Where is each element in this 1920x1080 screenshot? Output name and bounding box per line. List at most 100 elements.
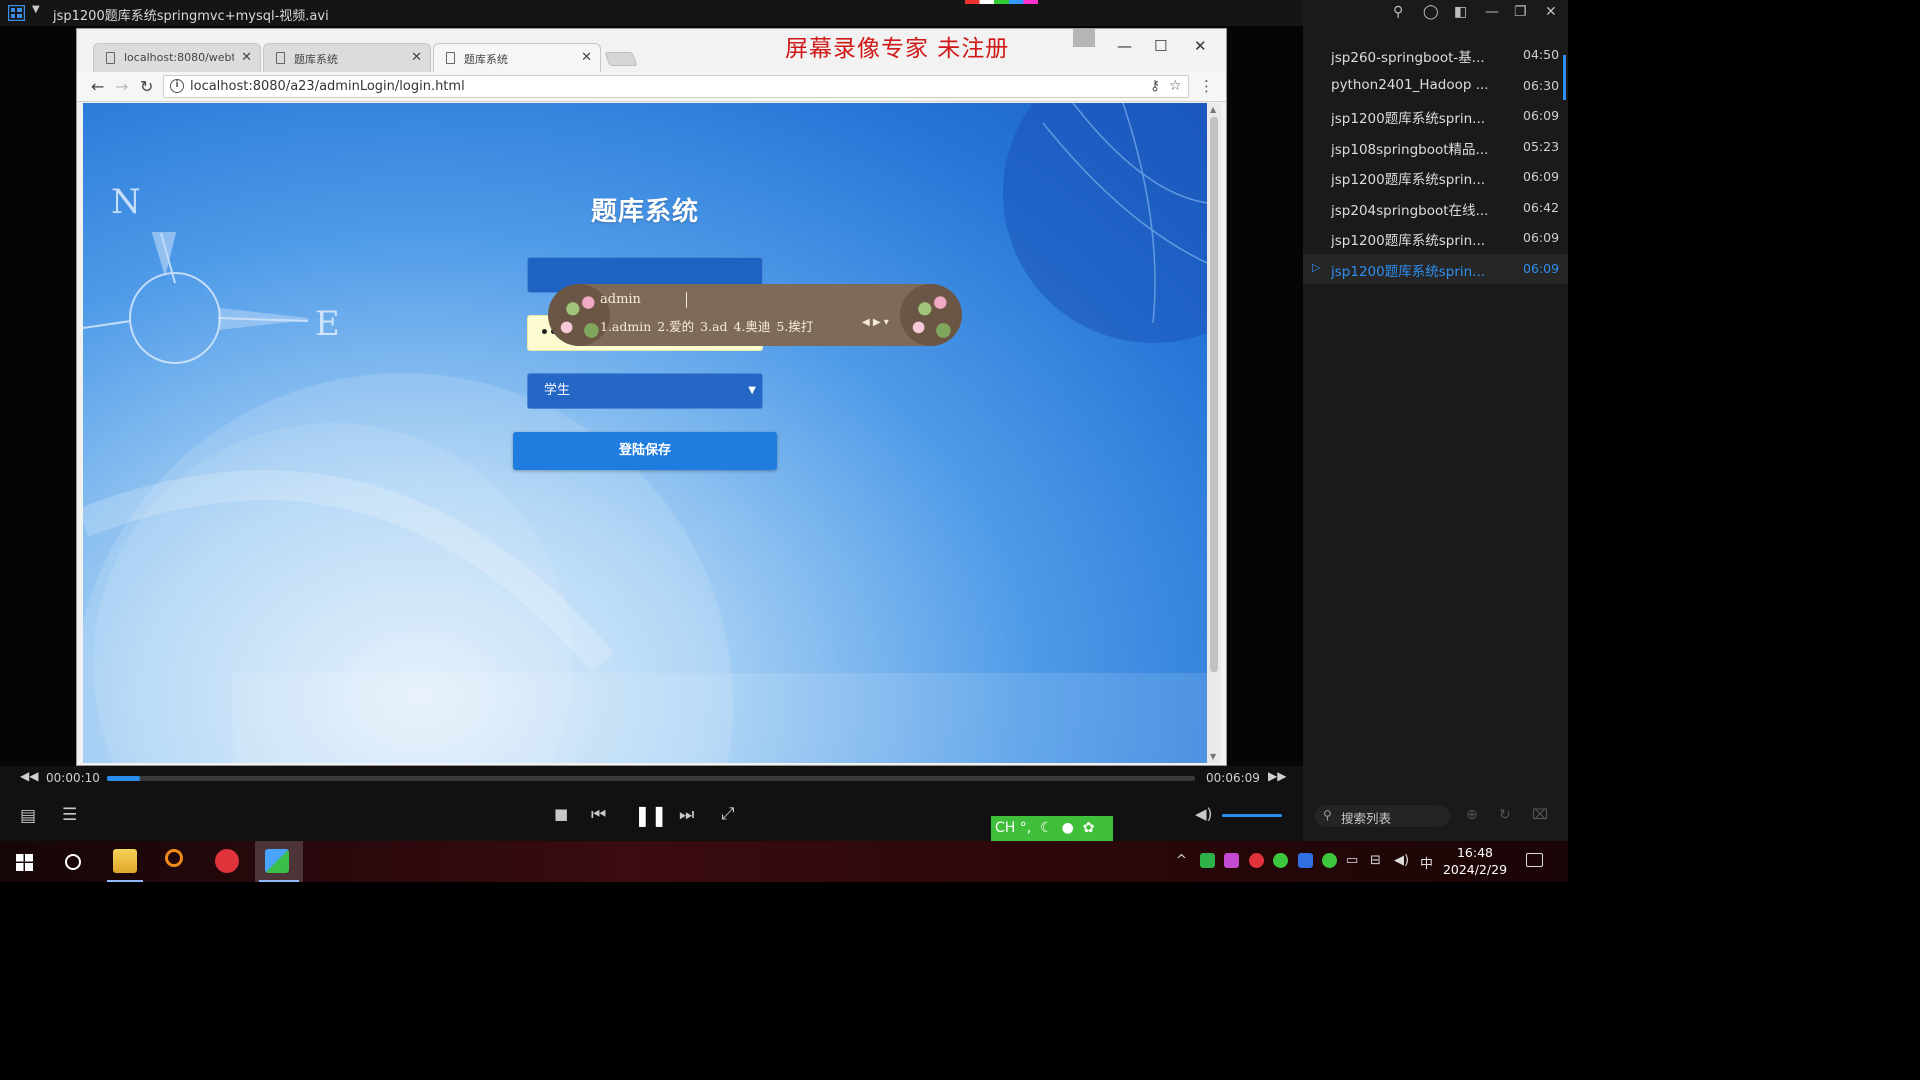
fullscreen-icon[interactable]: ⤢	[721, 804, 735, 824]
battery-icon[interactable]: ▭	[1346, 853, 1358, 868]
login-page: N E 题库系统 •• 学生 ▼ 登陆保存	[83, 103, 1207, 763]
menu-caret-icon[interactable]: ▼	[32, 4, 40, 15]
tray-app-icon[interactable]	[1224, 853, 1239, 868]
previous-icon[interactable]: ⏮	[591, 805, 606, 825]
ime-status-bar[interactable]: CH °, ☾ ● ✿	[991, 816, 1113, 841]
moon-icon[interactable]: ☾	[1036, 820, 1053, 836]
add-file-icon[interactable]: ⊕	[1466, 807, 1478, 823]
restore-icon[interactable]: ❐	[1514, 4, 1527, 20]
stop-icon[interactable]: ■	[554, 805, 568, 823]
pause-icon[interactable]: ❚❚	[634, 803, 668, 827]
playlist-item[interactable]: jsp1200题库系统sprin... 06:09	[1303, 162, 1568, 192]
media-library-icon[interactable]: ▤	[20, 806, 36, 826]
playlist-search-input[interactable]: ⚲ 搜索列表	[1315, 805, 1450, 827]
new-tab-button[interactable]	[604, 52, 638, 66]
cortana-search-icon[interactable]	[64, 853, 82, 871]
clock-time: 16:48	[1456, 845, 1494, 860]
browser-menu-icon[interactable]: ⋮	[1199, 77, 1214, 95]
input-method-indicator[interactable]: 中	[1420, 853, 1433, 872]
windows-start-icon[interactable]	[16, 854, 33, 871]
page-scrollbar[interactable]: ▲ ▼	[1207, 103, 1221, 763]
volume-slider[interactable]	[1222, 814, 1282, 817]
browser-tab-2[interactable]: 题库系统 ✕	[263, 43, 431, 72]
close-tab-icon[interactable]: ✕	[581, 50, 592, 65]
playlist-scrollbar[interactable]	[1563, 55, 1566, 100]
time-current: 00:00:10	[46, 771, 100, 785]
tray-overflow-icon[interactable]: ^	[1176, 853, 1187, 868]
bookmark-star-icon[interactable]: ☆	[1169, 78, 1182, 94]
playlist-item[interactable]: jsp260-springboot-基... 04:50	[1303, 40, 1568, 70]
login-submit-button[interactable]: 登陆保存	[513, 432, 777, 470]
user-icon[interactable]: ●	[1057, 820, 1074, 836]
fast-forward-icon[interactable]: ▶▶	[1268, 769, 1286, 783]
pin-icon[interactable]: ⚲	[1393, 4, 1403, 20]
ime-status-label: CH °,	[995, 820, 1032, 836]
mini-mode-icon[interactable]: ◧	[1454, 4, 1467, 20]
playlist-item[interactable]: jsp1200题库系统sprin... 06:09	[1303, 101, 1568, 131]
settings-sliders-icon[interactable]: ☰	[62, 805, 77, 825]
scroll-up-icon[interactable]: ▲	[1210, 105, 1216, 114]
network-icon[interactable]: ⊟	[1370, 853, 1381, 868]
ime-pager-icon[interactable]: ◀ ▶ ▾	[862, 317, 889, 328]
tray-app-icon[interactable]	[1298, 853, 1313, 868]
next-icon[interactable]: ⏭	[679, 805, 694, 825]
search-icon: ⚲	[1323, 808, 1332, 822]
reload-icon[interactable]: ↻	[140, 77, 153, 96]
notification-icon[interactable]	[1526, 853, 1543, 867]
gear-icon[interactable]: ✿	[1078, 820, 1095, 836]
taskbar-red-app[interactable]	[205, 841, 249, 882]
player-title-bar: ▼ jsp1200题库系统springmvc+mysql-视频.avi	[0, 0, 1303, 26]
playlist-item[interactable]: jsp108springboot精品... 05:23	[1303, 132, 1568, 162]
close-window-icon[interactable]: ✕	[1194, 37, 1207, 55]
browser-tab-1[interactable]: localhost:8080/webtoc ✕	[93, 43, 261, 72]
svg-text:E: E	[315, 304, 340, 344]
loop-icon[interactable]: ↻	[1499, 807, 1511, 823]
wechat-icon[interactable]	[1273, 853, 1288, 868]
taskbar-search-app[interactable]	[155, 841, 199, 882]
forward-icon[interactable]: →	[115, 77, 128, 96]
system-clock[interactable]: 16:48 2024/2/29	[1440, 844, 1510, 878]
rewind-icon[interactable]: ◀◀	[20, 769, 38, 783]
info-icon[interactable]: i	[170, 79, 184, 93]
tray-app-icon[interactable]	[1249, 853, 1264, 868]
seek-bar[interactable]	[107, 776, 1195, 781]
playlist-item[interactable]: python2401_Hadoop ... 06:30	[1303, 71, 1568, 101]
minimize-icon[interactable]: —	[1485, 4, 1499, 20]
role-selected: 学生	[544, 383, 571, 398]
role-select[interactable]: 学生 ▼	[527, 373, 763, 409]
scroll-thumb[interactable]	[1210, 117, 1218, 672]
close-tab-icon[interactable]: ✕	[241, 50, 252, 65]
playlist-item-duration: 06:42	[1523, 199, 1560, 215]
player-logo-icon[interactable]	[8, 5, 25, 21]
taskbar-video-player[interactable]	[255, 841, 303, 882]
playlist-item[interactable]: ▷ jsp1200题库系统sprin... 06:09	[1303, 253, 1568, 284]
ime-candidates[interactable]: 1.admin 2.爱的 3.ad 4.奥迪 5.挨打	[600, 316, 813, 335]
location-icon[interactable]: ◯	[1423, 4, 1439, 20]
back-icon[interactable]: ←	[91, 77, 104, 96]
playlist-item-duration: 05:23	[1523, 138, 1560, 154]
player-controls: ▤ ☰ ■ ⏮ ❚❚ ⏭ ⤢ CH °, ☾ ● ✿ ◀)	[0, 790, 1303, 841]
close-tab-icon[interactable]: ✕	[411, 50, 422, 65]
user-profile-icon[interactable]	[1073, 29, 1095, 47]
ime-composition: admin	[600, 292, 641, 307]
speaker-icon[interactable]: ◀)	[1394, 853, 1409, 868]
trash-icon[interactable]: ⌧	[1532, 807, 1548, 823]
wechat-icon[interactable]	[1322, 853, 1337, 868]
tray-app-icon[interactable]	[1200, 853, 1215, 868]
close-icon[interactable]: ✕	[1545, 4, 1557, 20]
playlist-item[interactable]: jsp1200题库系统sprin... 06:09	[1303, 223, 1568, 253]
playlist-panel: ⚲ ◯ ◧ — ❐ ✕ jsp260-springboot-基... 04:50 p…	[1303, 0, 1568, 841]
playlist-item-name: jsp108springboot精品...	[1331, 141, 1489, 158]
volume-icon[interactable]: ◀)	[1195, 805, 1212, 823]
scroll-down-icon[interactable]: ▼	[1210, 752, 1216, 761]
playlist-item[interactable]: jsp204springboot在线... 06:42	[1303, 193, 1568, 223]
minimize-icon[interactable]: —	[1117, 37, 1132, 55]
playlist-item-duration: 06:09	[1523, 169, 1560, 184]
taskbar-file-explorer[interactable]	[103, 841, 147, 882]
browser-tab-3[interactable]: 题库系统 ✕	[433, 43, 601, 72]
key-icon[interactable]: ⚷	[1150, 78, 1160, 94]
url-input[interactable]: i localhost:8080/a23/adminLogin/login.ht…	[163, 75, 1189, 98]
recorder-watermark: 屏幕录像专家 未注册	[785, 36, 1010, 62]
tab-label: 题库系统	[464, 53, 508, 66]
maximize-icon[interactable]: ☐	[1154, 37, 1167, 55]
